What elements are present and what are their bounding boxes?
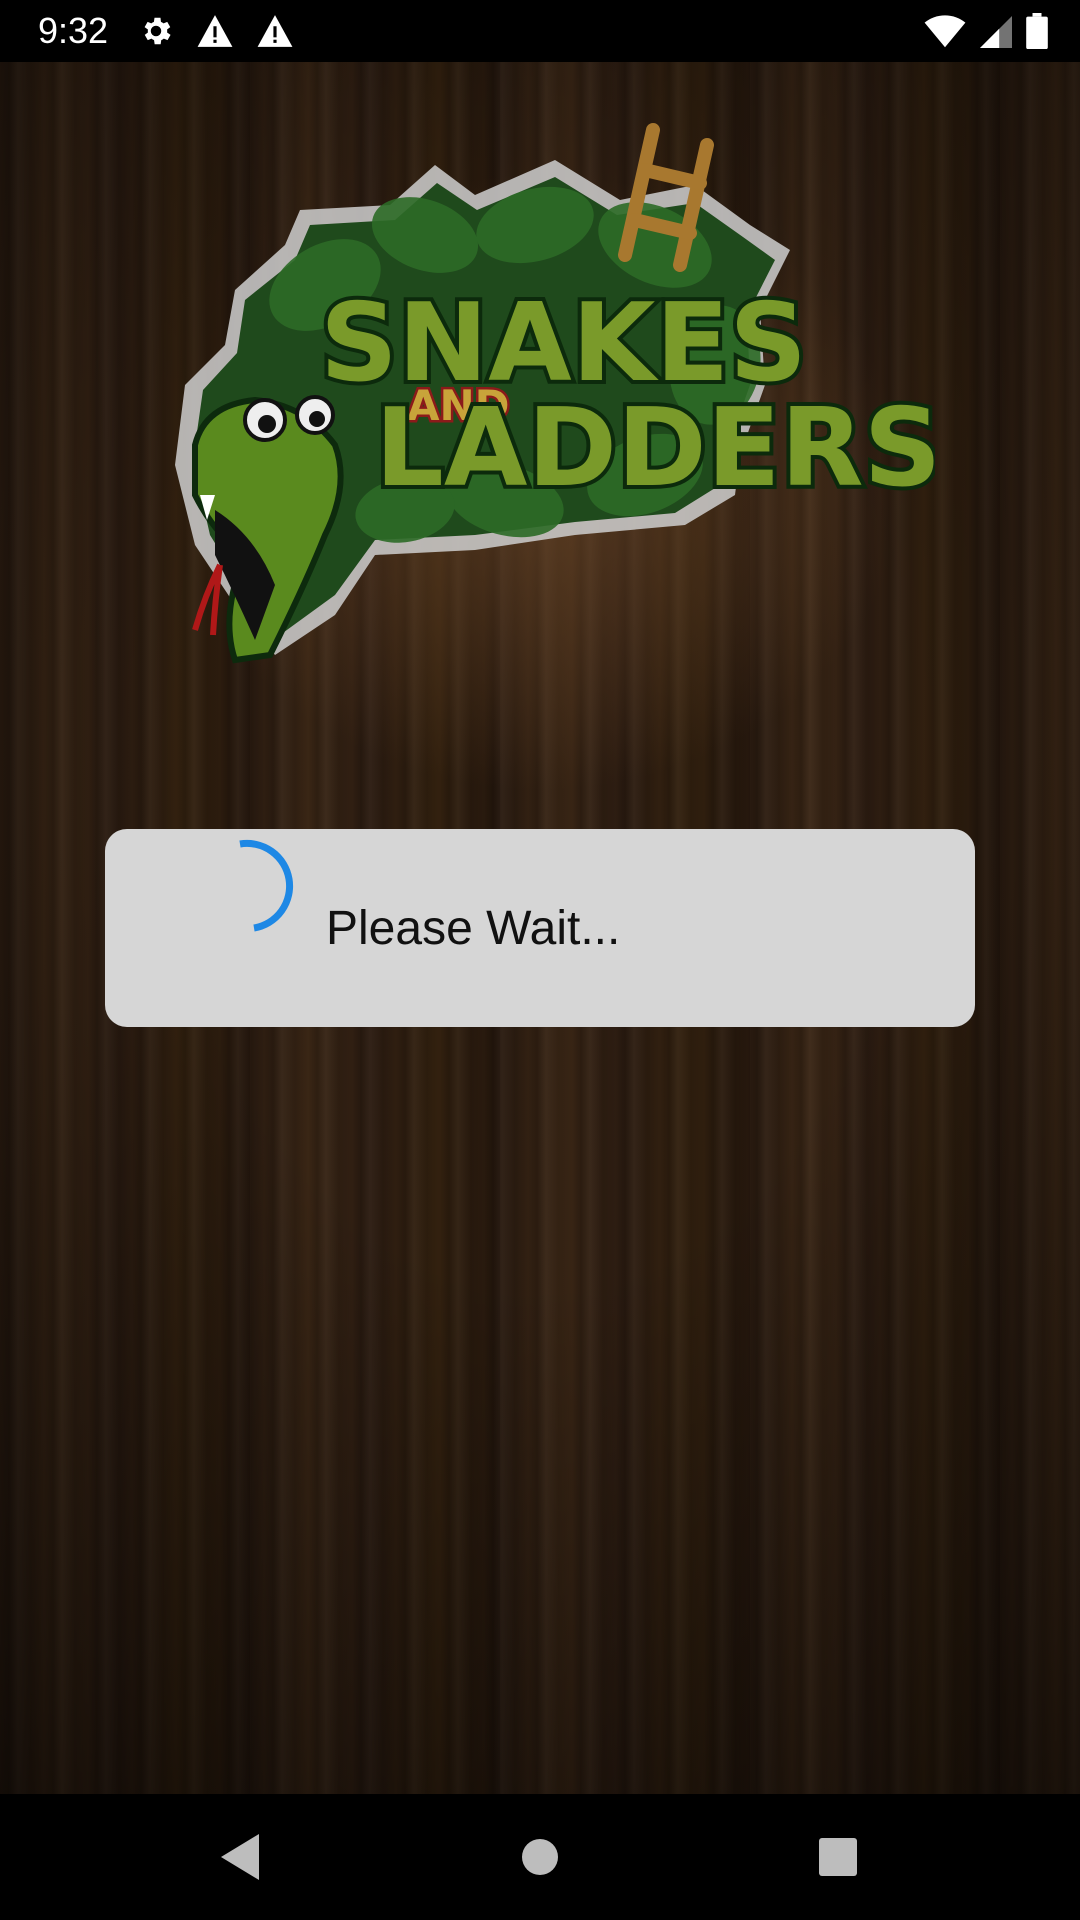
warning-icon xyxy=(196,13,234,49)
loading-spinner-icon xyxy=(239,839,294,932)
back-icon xyxy=(221,1834,259,1880)
gear-icon xyxy=(138,13,174,49)
status-time: 9:32 xyxy=(38,10,109,51)
home-button[interactable] xyxy=(480,1794,600,1920)
system-icons xyxy=(924,13,1048,49)
cell-signal-icon xyxy=(980,15,1012,49)
recents-icon xyxy=(819,1838,857,1876)
snakes-and-ladders-logo: SNAKES AND LADDERS xyxy=(175,123,935,664)
back-button[interactable] xyxy=(180,1794,300,1920)
logo-title-bottom: LADDERS xyxy=(375,386,935,511)
status-bar: 9:32 xyxy=(0,0,1080,62)
navigation-bar xyxy=(0,1794,1080,1920)
warning-icon xyxy=(256,13,294,49)
wifi-icon xyxy=(924,15,966,49)
notification-icons xyxy=(138,13,294,49)
dialog-message: Please Wait... xyxy=(326,902,621,955)
recents-button[interactable] xyxy=(778,1794,898,1920)
home-icon xyxy=(522,1839,558,1875)
battery-icon xyxy=(1026,13,1048,49)
